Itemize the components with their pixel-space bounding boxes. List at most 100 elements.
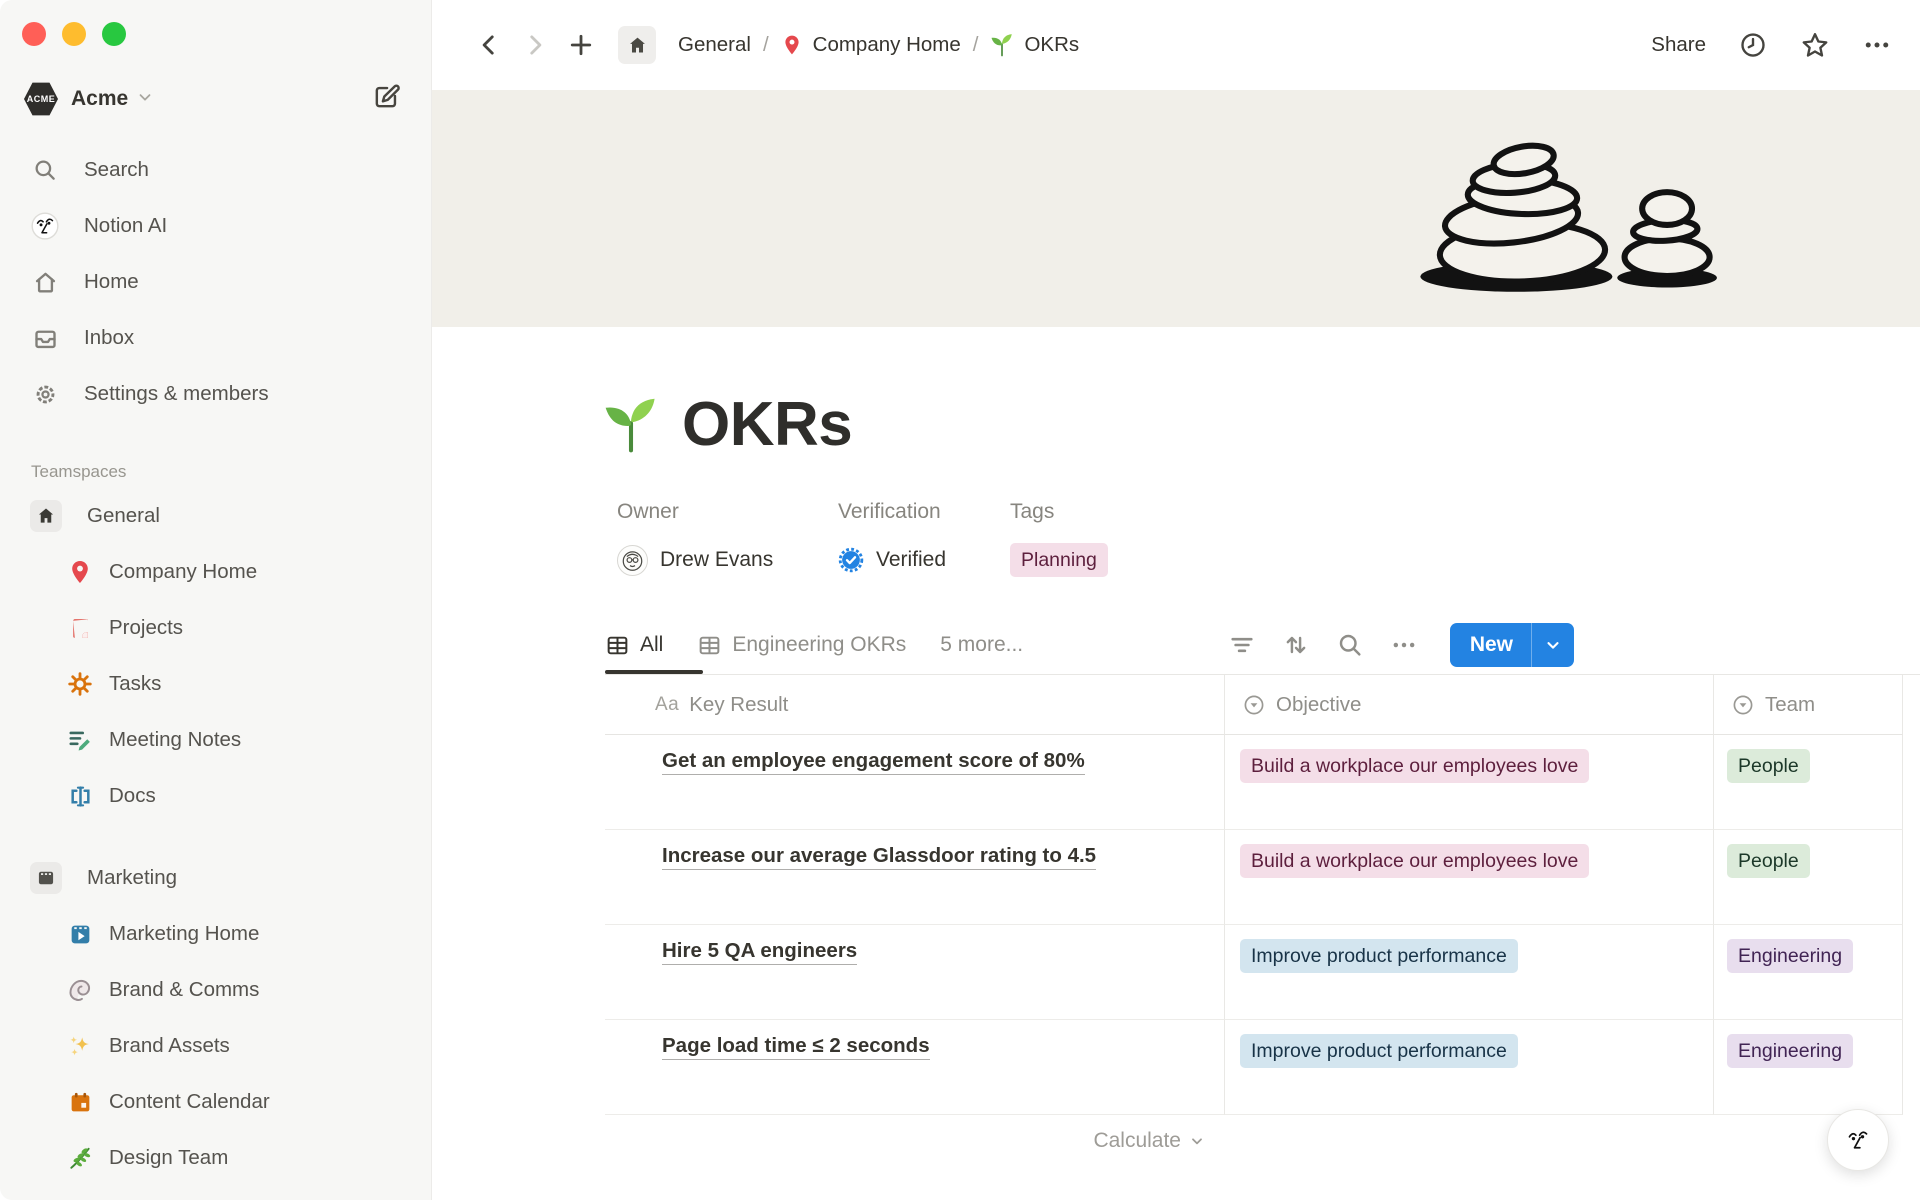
okr-table: Aa Key Result Objective <box>605 675 1903 1153</box>
sidebar-item-marketing-home[interactable]: Marketing Home <box>0 906 431 962</box>
sidebar-item-brand-comms[interactable]: Brand & Comms <box>0 962 431 1018</box>
sidebar-item-label: Home <box>84 270 139 294</box>
verification-status: Verified <box>876 548 946 572</box>
calculate-label: Calculate <box>1093 1129 1181 1153</box>
sidebar-teamspace-general[interactable]: General <box>0 488 431 544</box>
sidebar-item-docs[interactable]: Docs <box>0 768 431 824</box>
breadcrumb-home-icon[interactable] <box>618 26 656 64</box>
map-pin-icon <box>781 34 803 56</box>
house-filled-icon <box>30 500 62 532</box>
clapperboard-icon <box>30 862 62 894</box>
minimize-window-button[interactable] <box>62 22 86 46</box>
tab-all[interactable]: All <box>605 616 663 674</box>
title-property-icon: Aa <box>655 694 679 716</box>
tab-engineering-okrs[interactable]: Engineering OKRs <box>697 616 906 674</box>
sidebar-teamspace-marketing[interactable]: Marketing <box>0 850 431 906</box>
sidebar-item-home[interactable]: Home <box>0 254 431 310</box>
forward-icon[interactable] <box>518 28 552 62</box>
breadcrumb-company-home[interactable]: Company Home <box>813 33 961 57</box>
seedling-icon[interactable] <box>602 396 660 454</box>
sidebar-item-projects[interactable]: Projects <box>0 600 431 656</box>
new-page-compose-icon[interactable] <box>372 82 401 116</box>
sidebar-item-settings[interactable]: Settings & members <box>0 366 431 422</box>
sidebar-item-label: Projects <box>109 616 183 640</box>
team-tag[interactable]: Engineering <box>1727 1034 1853 1068</box>
column-header-objective[interactable]: Objective <box>1225 675 1714 735</box>
history-clock-icon[interactable] <box>1738 30 1768 60</box>
table-view-icon <box>697 633 722 658</box>
team-tag[interactable]: Engineering <box>1727 939 1853 973</box>
column-header-team[interactable]: Team <box>1714 675 1903 735</box>
sidebar-item-label: Inbox <box>84 326 134 350</box>
select-property-icon <box>1731 693 1755 717</box>
sidebar: ACME Acme Search Notion AI <box>0 0 432 1200</box>
zoom-window-button[interactable] <box>102 22 126 46</box>
key-result-link[interactable]: Get an employee engagement score of 80% <box>662 749 1085 775</box>
sidebar-item-label: Notion AI <box>84 214 167 238</box>
seedling-icon <box>990 33 1014 57</box>
column-header-label: Team <box>1765 693 1815 717</box>
team-tag[interactable]: People <box>1727 844 1810 878</box>
sidebar-item-content-calendar[interactable]: Content Calendar <box>0 1074 431 1130</box>
teamspaces-section-label: Teamspaces <box>0 462 431 488</box>
objective-tag[interactable]: Build a workplace our employees love <box>1240 749 1589 783</box>
more-views-button[interactable]: 5 more... <box>940 633 1023 657</box>
notion-ai-face-icon <box>31 212 59 240</box>
window-controls <box>0 0 431 46</box>
sort-icon[interactable] <box>1282 631 1310 659</box>
sidebar-nav: Search Notion AI Home Inbox <box>0 142 431 422</box>
sidebar-item-tasks[interactable]: Tasks <box>0 656 431 712</box>
page-title[interactable]: OKRs <box>682 389 852 460</box>
notion-ai-floating-button[interactable] <box>1827 1109 1889 1171</box>
close-window-button[interactable] <box>22 22 46 46</box>
key-result-link[interactable]: Increase our average Glassdoor rating to… <box>662 844 1096 870</box>
new-button-dropdown[interactable] <box>1532 623 1574 667</box>
add-page-icon[interactable] <box>564 28 598 62</box>
objective-tag[interactable]: Improve product performance <box>1240 939 1518 973</box>
sidebar-item-notion-ai[interactable]: Notion AI <box>0 198 431 254</box>
sidebar-item-brand-assets[interactable]: Brand Assets <box>0 1018 431 1074</box>
book-icon <box>66 616 94 641</box>
workspace-switcher[interactable]: ACME Acme <box>24 82 401 116</box>
breadcrumb-general[interactable]: General <box>678 33 751 57</box>
sidebar-item-design-team[interactable]: Design Team <box>0 1130 431 1186</box>
active-tab-underline <box>605 670 703 674</box>
key-result-link[interactable]: Page load time ≤ 2 seconds <box>662 1034 930 1060</box>
column-header-label: Objective <box>1276 693 1361 717</box>
database-tabbar: All Engineering OKRs 5 more... <box>605 616 1747 674</box>
filter-icon[interactable] <box>1228 631 1256 659</box>
column-header-key-result[interactable]: Aa Key Result <box>605 675 1225 735</box>
view-options-icon[interactable] <box>1390 631 1418 659</box>
column-header-label: Key Result <box>689 693 788 717</box>
table-view-icon <box>605 633 630 658</box>
table-row: Get an employee engagement score of 80% … <box>605 735 1903 830</box>
property-value-tags[interactable]: Planning <box>1010 540 1108 580</box>
new-button[interactable]: New <box>1450 623 1574 667</box>
sidebar-item-meeting-notes[interactable]: Meeting Notes <box>0 712 431 768</box>
more-options-icon[interactable] <box>1862 30 1892 60</box>
herb-icon <box>66 1145 94 1171</box>
helm-icon <box>66 671 94 697</box>
share-button[interactable]: Share <box>1651 33 1706 57</box>
chevron-down-icon <box>136 88 154 111</box>
sidebar-item-label: Meeting Notes <box>109 728 241 752</box>
objective-tag[interactable]: Improve product performance <box>1240 1034 1518 1068</box>
search-icon[interactable] <box>1336 631 1364 659</box>
favorite-star-icon[interactable] <box>1800 30 1830 60</box>
topbar: General / Company Home / OKRs Share <box>432 0 1920 90</box>
property-value-owner[interactable]: Drew Evans <box>617 540 838 580</box>
notion-ai-face-icon <box>1842 1124 1874 1156</box>
page-cover[interactable] <box>432 90 1920 327</box>
sidebar-item-search[interactable]: Search <box>0 142 431 198</box>
team-tag[interactable]: People <box>1727 749 1810 783</box>
sidebar-item-label: Settings & members <box>84 382 269 406</box>
tag-planning[interactable]: Planning <box>1010 543 1108 577</box>
property-value-verification[interactable]: Verified <box>838 540 1010 580</box>
calculate-button[interactable]: Calculate <box>1093 1129 1205 1153</box>
key-result-link[interactable]: Hire 5 QA engineers <box>662 939 857 965</box>
sidebar-item-inbox[interactable]: Inbox <box>0 310 431 366</box>
back-icon[interactable] <box>472 28 506 62</box>
objective-tag[interactable]: Build a workplace our employees love <box>1240 844 1589 878</box>
gear-icon <box>31 381 59 408</box>
sidebar-item-company-home[interactable]: Company Home <box>0 544 431 600</box>
